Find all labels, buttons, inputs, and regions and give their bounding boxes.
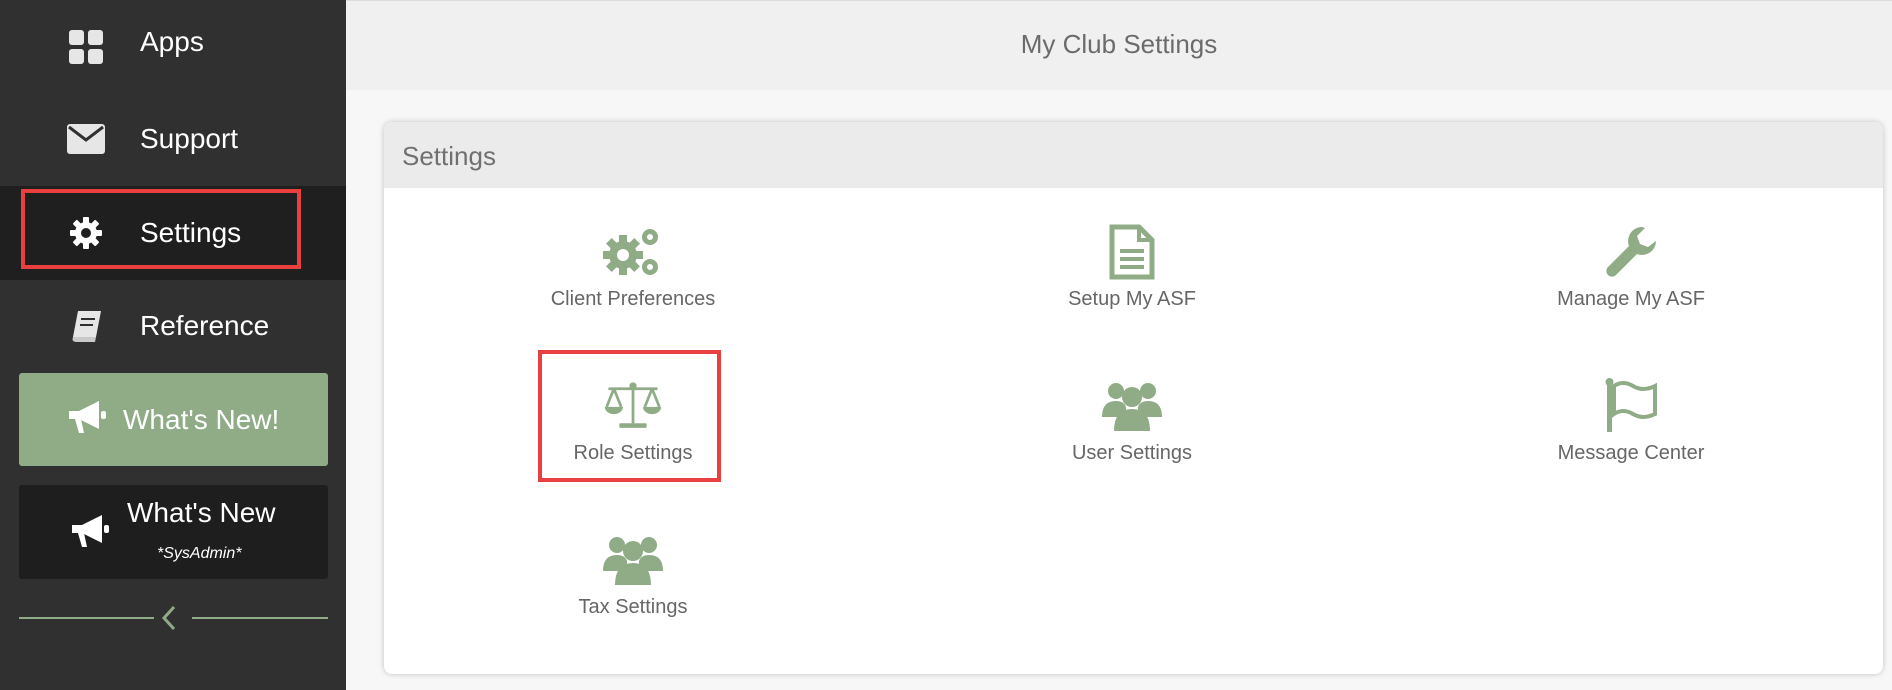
users-icon	[603, 530, 663, 590]
divider-right	[192, 617, 328, 619]
collapse-sidebar-toggle[interactable]	[19, 600, 328, 636]
page-title: My Club Settings	[1020, 29, 1218, 59]
sidebar: Apps Support Settings Reference What's N…	[0, 0, 346, 690]
role-settings-tile[interactable]: Role Settings	[483, 376, 783, 496]
tile-label: Tax Settings	[578, 596, 688, 618]
manage-my-asf-tile[interactable]: Manage My ASF	[1481, 222, 1781, 342]
megaphone-icon	[67, 399, 107, 442]
sidebar-item-label: Reference	[140, 310, 270, 341]
panel-header: Settings	[384, 122, 1883, 188]
setup-my-asf-tile[interactable]: Setup My ASF	[982, 222, 1282, 342]
whats-new-sysadmin-label: What's New	[127, 497, 276, 528]
balance-scale-icon	[603, 376, 663, 436]
whats-new-label: What's New!	[123, 403, 280, 435]
sidebar-item-label: Settings	[140, 217, 242, 248]
gear-icon	[65, 212, 107, 254]
tile-label: Client Preferences	[550, 288, 716, 310]
client-preferences-tile[interactable]: Client Preferences	[483, 222, 783, 342]
document-icon	[1102, 222, 1162, 282]
sysadmin-tag: *SysAdmin*	[157, 545, 242, 562]
sidebar-item-reference[interactable]: Reference	[0, 279, 346, 373]
sidebar-item-apps[interactable]: Apps	[0, 0, 346, 94]
panel-title: Settings	[402, 141, 496, 171]
settings-panel: Settings Client Preferences Setup My ASF…	[384, 122, 1883, 674]
tile-label: Setup My ASF	[1068, 288, 1196, 310]
flag-icon	[1601, 376, 1661, 436]
envelope-icon	[65, 118, 107, 160]
sidebar-item-support[interactable]: Support	[0, 92, 346, 186]
wrench-icon	[1601, 222, 1661, 282]
users-icon	[1102, 376, 1162, 436]
book-icon	[65, 305, 107, 347]
whats-new-button[interactable]: What's New!	[19, 373, 328, 466]
sidebar-item-label: Support	[140, 123, 239, 154]
message-center-tile[interactable]: Message Center	[1481, 376, 1781, 496]
tile-label: Message Center	[1557, 442, 1705, 464]
tile-label: Manage My ASF	[1557, 288, 1705, 310]
gears-icon	[603, 222, 663, 282]
whats-new-sysadmin-button[interactable]: What's New *SysAdmin*	[19, 485, 328, 579]
sidebar-item-settings[interactable]: Settings	[0, 186, 346, 280]
grid-icon	[65, 26, 107, 68]
tile-label: Role Settings	[573, 442, 693, 464]
tax-settings-tile[interactable]: Tax Settings	[483, 530, 783, 650]
sidebar-item-label: Apps	[140, 26, 204, 57]
user-settings-tile[interactable]: User Settings	[982, 376, 1282, 496]
divider-left	[19, 617, 154, 619]
page-header: My Club Settings	[346, 0, 1892, 90]
megaphone-icon	[70, 513, 110, 554]
chevron-left-icon	[160, 605, 178, 636]
tile-label: User Settings	[1071, 442, 1193, 464]
